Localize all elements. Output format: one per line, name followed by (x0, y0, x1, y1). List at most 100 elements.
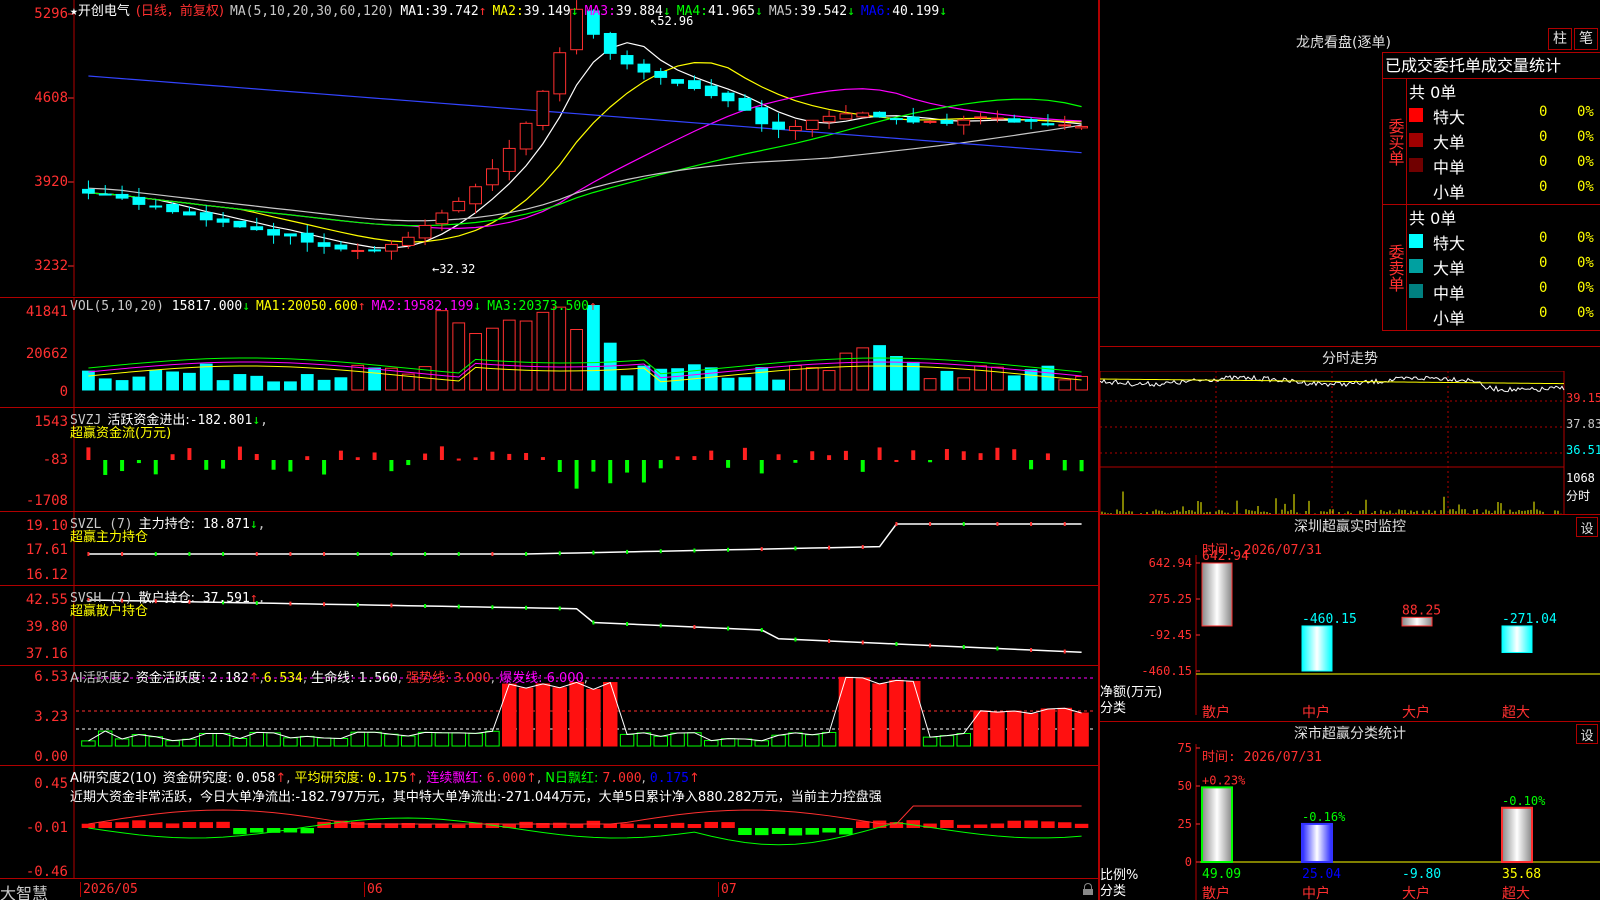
activity-bar (316, 737, 332, 747)
net-bar (1201, 562, 1233, 627)
volume-bar (805, 367, 819, 391)
holding-tick (727, 547, 730, 552)
intraday-chart[interactable] (1100, 371, 1600, 515)
category-label: 超大 (1502, 886, 1530, 900)
sz-monitor-chart[interactable]: 642.94 275.25 -92.45 -460.15 642.94 散户 -460.15… (1100, 515, 1600, 722)
volume-bar (570, 329, 583, 391)
ma-label: MA6: (860, 4, 893, 19)
lhb-header: 已成交委托单成交量统计 (1383, 53, 1600, 79)
svzj-pane[interactable]: 1543 -83 -1708 SVZJ 活跃资金进出:-182.801↓, 超赢资… (0, 407, 1098, 512)
activity-bar (653, 735, 668, 747)
holding-tick (693, 625, 696, 629)
candle (132, 196, 146, 205)
research-bar (182, 821, 197, 828)
volume-bar (704, 367, 718, 391)
candle (805, 119, 819, 130)
bar-value: -460.15 (1302, 612, 1357, 627)
svzl-subtitle: 超赢主力持仓 (70, 530, 149, 545)
order-count: 0 (1539, 104, 1548, 120)
fenshi-ytick: 37.83 (1566, 417, 1600, 431)
activity-bar (737, 738, 753, 747)
bar-value: 35.68 (1502, 867, 1541, 882)
candle (486, 168, 499, 186)
volume-bar (587, 305, 600, 391)
svzl-pane[interactable]: 19.10 17.61 16.12 SVZL (7) 主力持仓: 18.871↓,… (0, 511, 1098, 586)
lhb-title: 龙虎看盘(逐单) (1296, 35, 1391, 51)
ai2-tail: 0.175 (649, 771, 690, 786)
ai2-avg: 0.175 (368, 771, 408, 786)
ratio-bar (1201, 786, 1233, 863)
bar-value: 25.04 (1302, 867, 1341, 882)
fenshi-ytick: 36.51 (1566, 443, 1600, 457)
candle (334, 244, 348, 250)
holding-tick (457, 552, 460, 556)
ai-activity-pane[interactable]: 6.53 3.23 0.00 AI活跃度2 资金活跃度: 2.182↑,6.534… (0, 665, 1098, 766)
svsh-pane[interactable]: 42.55 39.80 37.16 SVSH (7) 散户持仓: 37.591↑,… (0, 585, 1098, 666)
flow-bar (860, 460, 865, 472)
color-swatch (1409, 284, 1423, 298)
kline-pane[interactable]: 5296 4608 3920 3232 ★开创电气 (日线，前复权) MA(5,10… (0, 0, 1098, 296)
candle (284, 233, 297, 237)
high-price-label: ↖52.96 (650, 14, 694, 28)
fenshi-vol-unit: 分时 (1566, 489, 1591, 503)
activity-bar (283, 737, 298, 747)
holding-tick (424, 604, 427, 608)
flow-bar (978, 453, 983, 460)
ytick: 50 (1178, 779, 1192, 793)
candle (199, 212, 213, 221)
net-bar (1301, 625, 1333, 672)
flow-bar (423, 453, 428, 460)
flow-bar (574, 460, 579, 489)
volume-bar (435, 310, 449, 391)
x-label: 06 (364, 882, 383, 897)
volume-bar (856, 347, 870, 391)
ytick: 0 (1185, 855, 1192, 869)
flow-bar (776, 454, 781, 460)
flow-bar (507, 453, 512, 460)
activity-bar (569, 681, 584, 747)
flow-bar (473, 457, 478, 460)
sz-class-panel: 深市超赢分类统计 设 时间: 2026/07/31 75 50 25 0 +0.23% 4… (1100, 721, 1600, 900)
svsh-arrow: ↑ (249, 591, 258, 606)
volume-bar (469, 333, 482, 391)
holding-tick (289, 601, 292, 606)
volume-pane[interactable]: 41841 20662 0 VOL(5,10,20) 15817.000↓ MA1… (0, 297, 1098, 408)
holding-tick (390, 603, 393, 608)
column-view-button[interactable]: 柱 (1548, 28, 1572, 50)
candlestick-chart[interactable] (0, 0, 1098, 296)
total-count: 共 0单 (1409, 209, 1457, 228)
holding-tick (289, 552, 292, 556)
flow-bar (877, 447, 882, 460)
ai-research-pane[interactable]: 0.45 -0.01 -0.46 AI研究度2(10) 资金研究度: 0.058↑… (0, 765, 1098, 880)
candle (519, 122, 533, 150)
vol-value: 15817.000 (171, 299, 243, 314)
holding-tick (659, 549, 662, 554)
candle (704, 85, 718, 97)
activity-bar (586, 688, 601, 747)
tick-view-button[interactable]: 笔 (1574, 28, 1598, 50)
net-bar (1501, 625, 1533, 653)
activity-bar (922, 736, 938, 747)
holding-tick (154, 552, 157, 556)
research-bar (452, 824, 466, 828)
holding-tick (356, 552, 359, 556)
activity-bar (1040, 708, 1056, 747)
svzj-arrow: ↓ (252, 413, 261, 428)
candle (906, 116, 920, 123)
flow-bar (456, 458, 461, 461)
activity-bar (518, 687, 534, 747)
ai2-comment: 近期大资金非常活跃，今日大单净流出:-182.797万元，其中特大单净流出:-2… (70, 790, 882, 805)
activity-bar (468, 732, 483, 747)
research-bar (805, 828, 819, 835)
flow-bar (1045, 453, 1050, 460)
sz-class-chart[interactable]: 75 50 25 0 +0.23% 49.09 散户 -0.16% 25.04 中户 -9.80 大户… (1100, 722, 1600, 900)
flow-bar (439, 446, 444, 460)
research-bar (704, 821, 718, 828)
volume-chart[interactable] (0, 298, 1098, 408)
ma-value: 19582.199 (402, 299, 474, 314)
volume-bar (98, 378, 112, 391)
order-percent: 0% (1577, 154, 1594, 170)
order-type: 中单 (1433, 284, 1466, 303)
volume-bar (300, 374, 314, 391)
activity-bar (552, 687, 567, 747)
